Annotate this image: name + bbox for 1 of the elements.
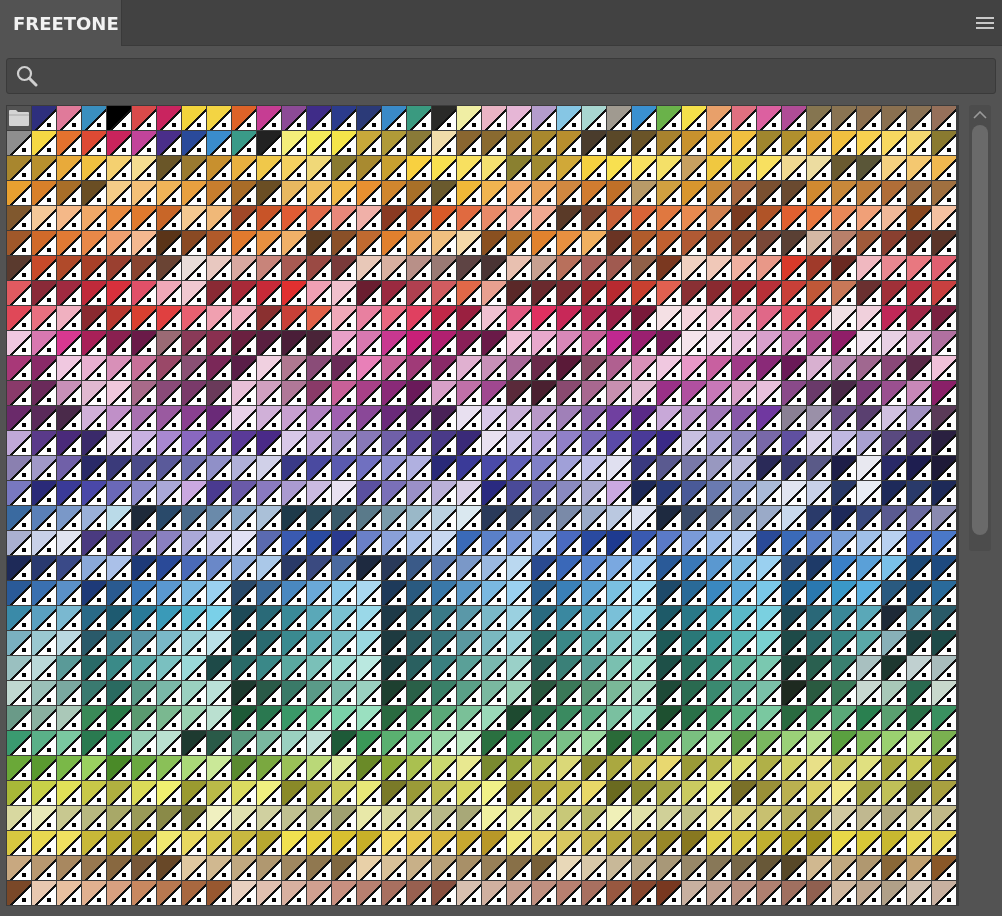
panel-tab[interactable]: FREETONE — [0, 0, 122, 46]
